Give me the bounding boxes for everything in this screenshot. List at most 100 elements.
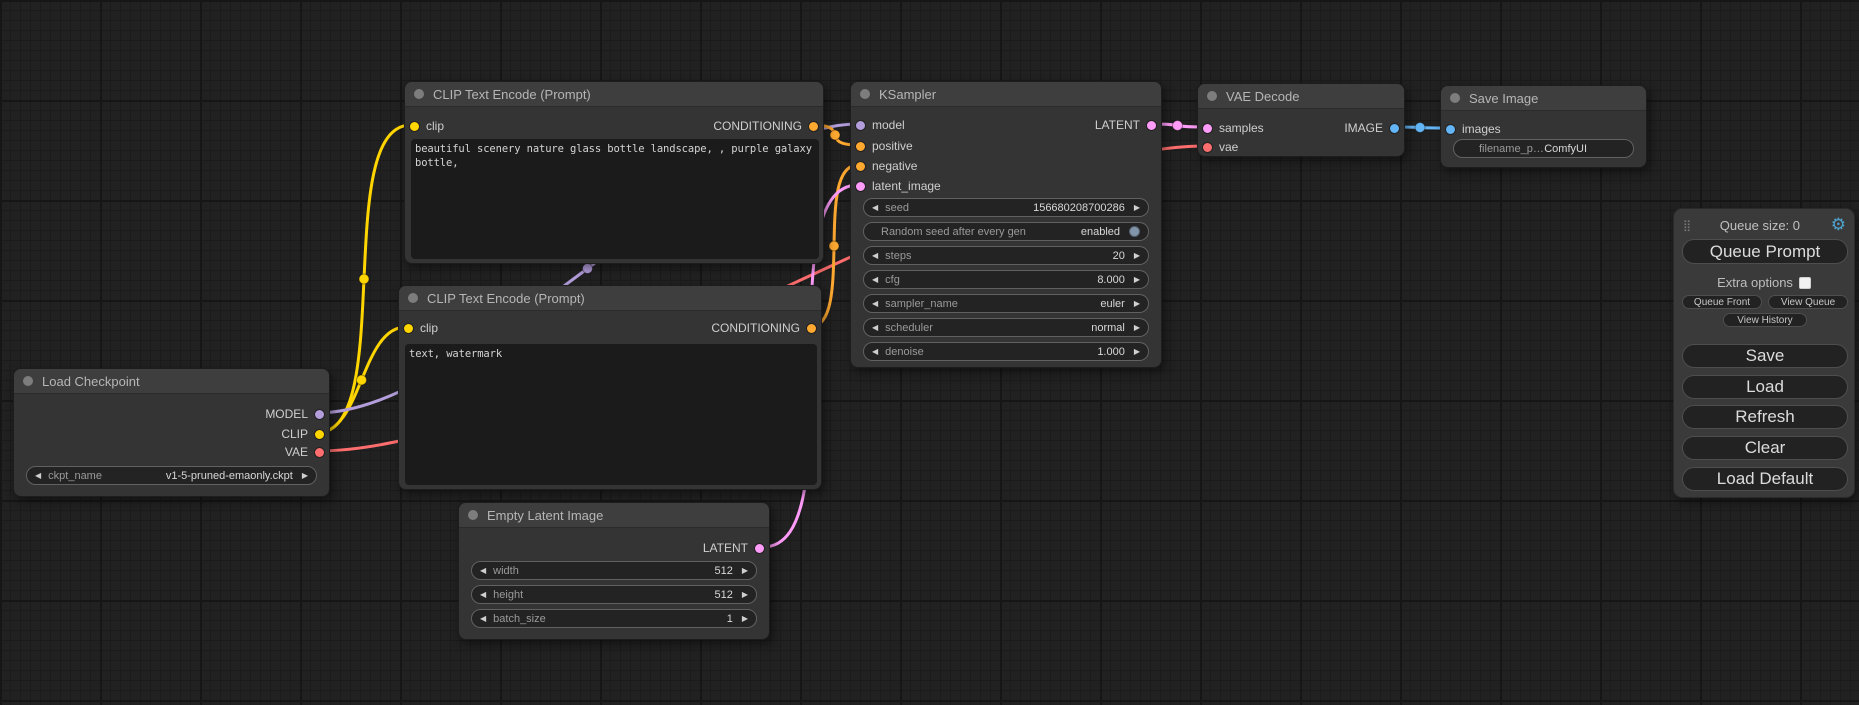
input-port-model[interactable]: model <box>856 116 905 134</box>
save-button[interactable]: Save <box>1682 344 1848 368</box>
port-dot-clip[interactable] <box>410 122 419 131</box>
port-dot-model[interactable] <box>315 410 324 419</box>
widget-ckpt-name[interactable]: ◀ckpt_namev1-5-pruned-emaonly.ckpt▶ <box>26 466 317 485</box>
increment-arrow-icon[interactable]: ▶ <box>1134 300 1140 308</box>
node-header[interactable]: Load Checkpoint <box>14 369 329 394</box>
decrement-arrow-icon[interactable]: ◀ <box>872 252 878 260</box>
collapse-dot-icon[interactable] <box>23 376 33 386</box>
node-vae-decode[interactable]: VAE Decode samplesvae IMAGE <box>1197 83 1405 157</box>
settings-gear-icon[interactable]: ⚙ <box>1831 217 1846 234</box>
load-default-button[interactable]: Load Default <box>1682 467 1848 491</box>
queue-front-button[interactable]: Queue Front <box>1682 295 1762 309</box>
output-port-vae[interactable]: VAE <box>285 443 324 461</box>
widget-cfg[interactable]: ◀cfg8.000▶ <box>863 270 1149 289</box>
port-dot-latent_image[interactable] <box>856 182 865 191</box>
node-ksampler[interactable]: KSampler model positive negative latent_imag… <box>850 81 1162 368</box>
decrement-arrow-icon[interactable]: ◀ <box>872 276 878 284</box>
decrement-arrow-icon[interactable]: ◀ <box>480 567 486 575</box>
increment-arrow-icon[interactable]: ▶ <box>1134 204 1140 212</box>
input-port-images[interactable]: images <box>1446 120 1501 138</box>
node-header[interactable]: Save Image <box>1441 86 1646 111</box>
widget-scheduler[interactable]: ◀schedulernormal▶ <box>863 318 1149 337</box>
collapse-dot-icon[interactable] <box>414 89 424 99</box>
node-header[interactable]: CLIP Text Encode (Prompt) <box>399 286 821 311</box>
widget-seed[interactable]: ◀seed156680208700286▶ <box>863 198 1149 217</box>
queue-prompt-button[interactable]: Queue Prompt <box>1682 239 1848 264</box>
widget-denoise[interactable]: ◀denoise1.000▶ <box>863 342 1149 361</box>
load-button[interactable]: Load <box>1682 375 1848 399</box>
increment-arrow-icon[interactable]: ▶ <box>302 472 308 480</box>
view-queue-button[interactable]: View Queue <box>1768 295 1848 309</box>
node-header[interactable]: CLIP Text Encode (Prompt) <box>405 82 823 107</box>
increment-arrow-icon[interactable]: ▶ <box>1134 324 1140 332</box>
increment-arrow-icon[interactable]: ▶ <box>742 567 748 575</box>
increment-arrow-icon[interactable]: ▶ <box>1134 348 1140 356</box>
output-port-latent[interactable]: LATENT <box>1095 116 1156 134</box>
input-port-samples[interactable]: samples <box>1203 119 1264 137</box>
input-port-vae[interactable]: vae <box>1203 138 1238 156</box>
increment-arrow-icon[interactable]: ▶ <box>742 591 748 599</box>
port-dot-vae[interactable] <box>1203 143 1212 152</box>
widget-random-seed-after-every-gen[interactable]: Random seed after every genenabled <box>863 222 1149 241</box>
node-save-image[interactable]: Save Image imagesfilename_prefixComfyUI <box>1440 85 1647 168</box>
decrement-arrow-icon[interactable]: ◀ <box>872 348 878 356</box>
port-dot-samples[interactable] <box>1203 124 1212 133</box>
decrement-arrow-icon[interactable]: ◀ <box>35 472 41 480</box>
clear-button[interactable]: Clear <box>1682 436 1848 460</box>
decrement-arrow-icon[interactable]: ◀ <box>872 204 878 212</box>
port-dot-latent[interactable] <box>1147 121 1156 130</box>
node-empty-latent-image[interactable]: Empty Latent Image LATENT ◀width512▶ ◀heigh… <box>458 502 770 640</box>
node-clip-text-encode-negative[interactable]: CLIP Text Encode (Prompt) clip CONDITIONIN… <box>398 285 822 490</box>
output-port-image[interactable]: IMAGE <box>1344 119 1399 137</box>
widget-sampler-name[interactable]: ◀sampler_nameeuler▶ <box>863 294 1149 313</box>
increment-arrow-icon[interactable]: ▶ <box>742 615 748 623</box>
decrement-arrow-icon[interactable]: ◀ <box>480 615 486 623</box>
node-graph-canvas[interactable]: Load CheckpointMODELCLIPVAE◀ckpt_namev1-… <box>0 0 1859 705</box>
output-port-conditioning[interactable]: CONDITIONING <box>713 117 818 135</box>
node-load-checkpoint[interactable]: Load CheckpointMODELCLIPVAE◀ckpt_namev1-… <box>13 368 330 497</box>
toggle-dot-icon[interactable] <box>1129 226 1140 237</box>
input-port-clip[interactable]: clip <box>404 319 438 337</box>
port-dot-latent[interactable] <box>755 544 764 553</box>
input-port-negative[interactable]: negative <box>856 157 917 175</box>
port-dot-clip[interactable] <box>404 324 413 333</box>
increment-arrow-icon[interactable]: ▶ <box>1134 276 1140 284</box>
port-dot-vae[interactable] <box>315 448 324 457</box>
widget-batch-size[interactable]: ◀batch_size1▶ <box>471 609 757 628</box>
port-dot-conditioning[interactable] <box>809 122 818 131</box>
collapse-dot-icon[interactable] <box>468 510 478 520</box>
port-dot-model[interactable] <box>856 121 865 130</box>
input-port-latent_image[interactable]: latent_image <box>856 177 941 195</box>
port-dot-images[interactable] <box>1446 125 1455 134</box>
increment-arrow-icon[interactable]: ▶ <box>1134 252 1140 260</box>
node-header[interactable]: KSampler <box>851 82 1161 107</box>
port-dot-positive[interactable] <box>856 142 865 151</box>
prompt-textarea[interactable]: beautiful scenery nature glass bottle la… <box>411 139 819 259</box>
output-port-model[interactable]: MODEL <box>265 405 324 423</box>
output-port-latent[interactable]: LATENT <box>703 539 764 557</box>
prompt-textarea[interactable]: text, watermark <box>405 344 817 485</box>
port-dot-conditioning[interactable] <box>807 324 816 333</box>
widget-steps[interactable]: ◀steps20▶ <box>863 246 1149 265</box>
port-dot-negative[interactable] <box>856 162 865 171</box>
collapse-dot-icon[interactable] <box>1207 91 1217 101</box>
input-port-positive[interactable]: positive <box>856 137 913 155</box>
node-header[interactable]: VAE Decode <box>1198 84 1404 109</box>
widget-height[interactable]: ◀height512▶ <box>471 585 757 604</box>
decrement-arrow-icon[interactable]: ◀ <box>872 300 878 308</box>
view-history-button[interactable]: View History <box>1723 313 1807 327</box>
output-port-conditioning[interactable]: CONDITIONING <box>711 319 816 337</box>
collapse-dot-icon[interactable] <box>860 89 870 99</box>
port-dot-image[interactable] <box>1390 124 1399 133</box>
input-port-clip[interactable]: clip <box>410 117 444 135</box>
decrement-arrow-icon[interactable]: ◀ <box>480 591 486 599</box>
extra-options-checkbox[interactable] <box>1799 277 1811 289</box>
node-header[interactable]: Empty Latent Image <box>459 503 769 528</box>
widget-filename-prefix[interactable]: filename_prefixComfyUI <box>1453 139 1634 158</box>
port-dot-clip[interactable] <box>315 430 324 439</box>
refresh-button[interactable]: Refresh <box>1682 405 1848 429</box>
collapse-dot-icon[interactable] <box>408 293 418 303</box>
decrement-arrow-icon[interactable]: ◀ <box>872 324 878 332</box>
widget-width[interactable]: ◀width512▶ <box>471 561 757 580</box>
collapse-dot-icon[interactable] <box>1450 93 1460 103</box>
